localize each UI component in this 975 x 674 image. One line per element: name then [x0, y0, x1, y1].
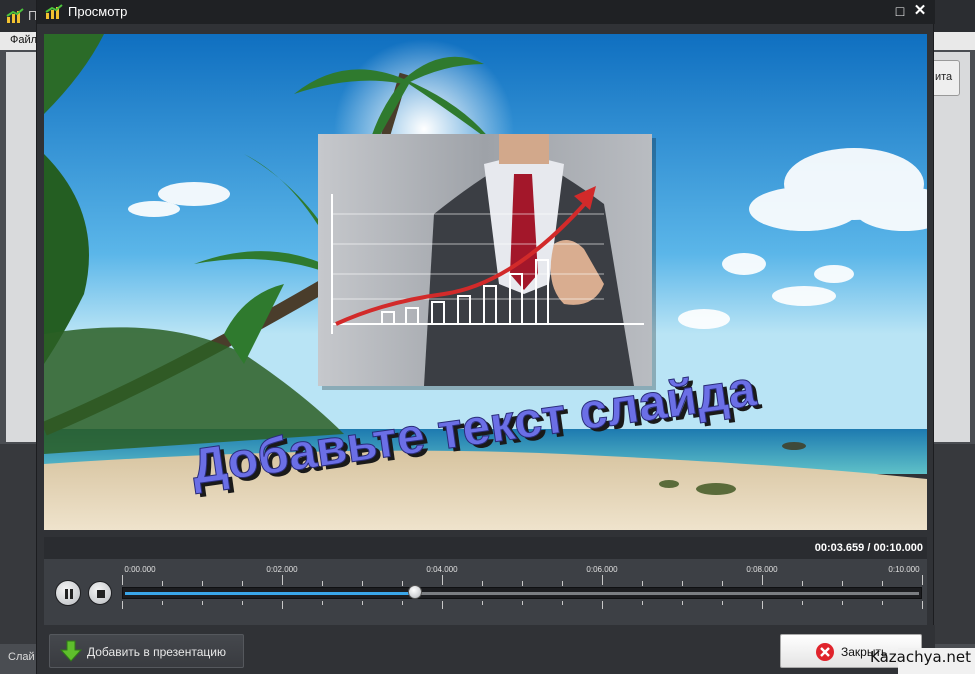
dialog-titlebar: Просмотр □ ✕	[37, 0, 935, 24]
menu-file[interactable]: Файл	[10, 34, 37, 46]
progress-track[interactable]	[122, 587, 922, 599]
timeline-tick-label: 0:02.000	[266, 565, 298, 574]
slide-canvas: Добавьте текст слайда Добавьте текст сла…	[44, 34, 927, 530]
timeline-tick-bottom	[602, 601, 603, 609]
timeline-tick	[362, 581, 363, 586]
timeline-tick-label: 0:10.000	[888, 565, 920, 574]
seek-thumb[interactable]	[408, 585, 422, 599]
timeline-tick	[842, 581, 843, 586]
pause-button[interactable]	[55, 580, 81, 606]
timeline-tick-bottom	[202, 601, 203, 605]
slide-preview: Добавьте текст слайда Добавьте текст сла…	[44, 34, 927, 530]
timeline-tick	[802, 581, 803, 586]
timeline-tick	[882, 581, 883, 586]
timeline-tick-bottom	[882, 601, 883, 605]
timeline-tick	[482, 581, 483, 586]
timeline-tick	[602, 575, 603, 585]
timeline-tick	[322, 581, 323, 586]
timeline-tick-label: 0:06.000	[586, 565, 618, 574]
timeline-tick-label: 0:04.000	[426, 565, 458, 574]
timeline-tick-label: 0:08.000	[746, 565, 778, 574]
app-logo-icon	[6, 8, 24, 23]
timeline-ruler[interactable]: 0:00.000 0:02.000 0:04.000 0:06.000 0:08.000…	[122, 565, 923, 621]
timeline-tick-bottom	[122, 601, 123, 609]
playback-controls: 0:00.000 0:02.000 0:04.000 0:06.000 0:08.000…	[44, 559, 927, 625]
timeline-tick-bottom	[922, 601, 923, 609]
background-left-panel	[6, 52, 36, 442]
watermark: Kazachya.net	[870, 648, 972, 666]
timeline-tick	[522, 581, 523, 586]
dialog-footer: Добавить в презентацию Закрыть	[37, 625, 935, 674]
dialog-title: Просмотр	[68, 4, 128, 19]
time-display: 00:03.659 / 00:10.000	[44, 537, 927, 559]
download-arrow-icon	[59, 640, 83, 662]
app-logo-icon	[45, 4, 63, 19]
background-right-button-label: ита	[935, 71, 953, 83]
stop-button[interactable]	[88, 581, 112, 605]
timeline-tick-bottom	[242, 601, 243, 605]
timeline-tick	[202, 581, 203, 586]
background-right-panel	[934, 52, 970, 442]
timeline-tick-bottom	[442, 601, 443, 609]
timeline-tick	[282, 575, 283, 585]
timeline-tick-label: 0:00.000	[124, 565, 156, 574]
progress-fill	[125, 592, 416, 595]
maximize-button[interactable]: □	[891, 2, 909, 20]
timeline-tick-bottom	[282, 601, 283, 609]
timeline-tick-bottom	[682, 601, 683, 605]
timeline-tick	[722, 581, 723, 586]
timeline-tick-bottom	[842, 601, 843, 605]
timeline-tick	[642, 581, 643, 586]
timeline-tick-bottom	[482, 601, 483, 605]
timeline-tick-bottom	[802, 601, 803, 605]
close-window-button[interactable]: ✕	[911, 2, 929, 20]
add-to-presentation-button[interactable]: Добавить в презентацию	[49, 634, 244, 668]
timeline-tick	[922, 575, 923, 585]
preview-dialog: Просмотр □ ✕ Добавьте текст слайда Добав…	[36, 0, 935, 674]
timeline-tick	[442, 575, 443, 585]
pause-icon	[65, 589, 73, 599]
timeline-tick	[162, 581, 163, 586]
timeline-tick	[682, 581, 683, 586]
stop-icon	[97, 590, 105, 598]
timeline-tick-bottom	[642, 601, 643, 605]
timeline-tick	[242, 581, 243, 586]
timeline-tick	[762, 575, 763, 585]
timeline-tick-bottom	[562, 601, 563, 605]
close-circle-icon	[816, 643, 834, 661]
add-button-label: Добавить в презентацию	[87, 645, 226, 659]
timeline-tick	[562, 581, 563, 586]
timeline-tick-bottom	[722, 601, 723, 605]
timeline-tick-bottom	[402, 601, 403, 605]
timeline-tick	[122, 575, 123, 585]
background-status: Слай	[8, 651, 35, 663]
timeline-tick-bottom	[362, 601, 363, 605]
timeline-tick-bottom	[322, 601, 323, 605]
timeline-tick-bottom	[162, 601, 163, 605]
background-right-button[interactable]: ита	[930, 60, 960, 96]
timeline-tick	[402, 581, 403, 586]
timeline-tick-bottom	[762, 601, 763, 609]
timeline-tick-bottom	[522, 601, 523, 605]
